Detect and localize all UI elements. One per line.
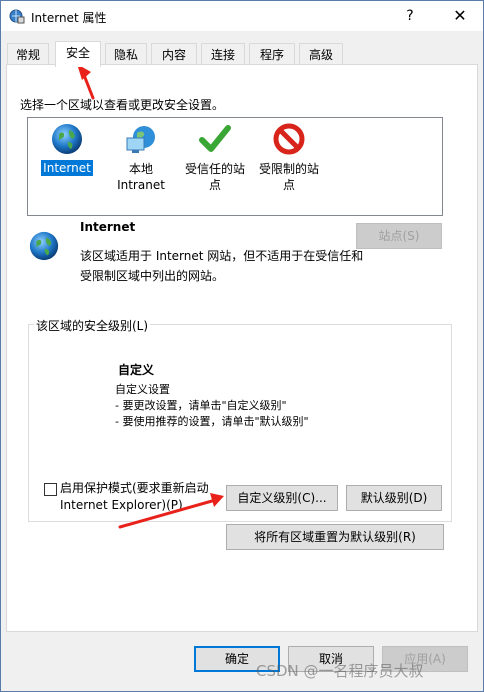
security-level-label: 该区域的安全级别(L) — [34, 317, 151, 334]
sites-button[interactable]: 站点(S) — [356, 223, 442, 249]
zone-name: Internet — [80, 220, 136, 234]
tab-general[interactable]: 常规 — [7, 43, 49, 66]
window-title: Internet 属性 — [31, 11, 107, 25]
title-bar: Internet 属性 ? ✕ — [1, 1, 483, 31]
zone-intranet-label: 本地 Intranet — [117, 162, 165, 192]
tab-connections[interactable]: 连接 — [201, 43, 245, 66]
check-icon — [199, 125, 231, 152]
internet-options-icon — [9, 9, 25, 24]
zone-trusted-label: 受信任的站 点 — [184, 162, 245, 192]
zone-prompt: 选择一个区域以查看或更改安全设置。 — [20, 98, 225, 112]
globe-icon — [29, 231, 59, 261]
tab-strip: 常规 安全 隐私 内容 连接 程序 高级 — [7, 41, 477, 67]
zone-restricted-label: 受限制的站 点 — [258, 162, 319, 192]
tab-security[interactable]: 安全 — [55, 41, 101, 67]
tab-privacy[interactable]: 隐私 — [105, 43, 147, 66]
protected-mode-checkbox[interactable] — [44, 483, 57, 496]
zone-list: Internet 本地 Intranet 受信任的站 点 受限制的站 点 — [27, 117, 443, 216]
level-desc-line: 自定义设置 — [115, 383, 170, 396]
zone-local-intranet[interactable]: 本地 Intranet — [102, 122, 180, 194]
protected-mode-label[interactable]: 启用保护模式(要求重新启动 Internet Explorer)(P) — [60, 480, 220, 514]
zone-restricted-sites[interactable]: 受限制的站 点 — [250, 122, 328, 194]
custom-level-button[interactable]: 自定义级别(C)... — [226, 485, 338, 511]
level-desc-line: - 要更改设置，请单击"自定义级别" — [115, 399, 287, 412]
tab-programs[interactable]: 程序 — [249, 43, 295, 66]
intranet-icon — [126, 126, 155, 153]
restricted-icon — [273, 123, 305, 155]
security-level-title: 自定义 — [118, 363, 155, 377]
watermark: CSDN @一名程序员大叔 — [256, 662, 424, 680]
tab-advanced[interactable]: 高级 — [299, 43, 343, 66]
zone-trusted-sites[interactable]: 受信任的站 点 — [176, 122, 254, 194]
help-button[interactable]: ? — [387, 1, 433, 31]
reset-all-zones-button[interactable]: 将所有区域重置为默认级别(R) — [226, 524, 444, 550]
security-level-description: 自定义设置 - 要更改设置，请单击"自定义级别" - 要使用推荐的设置，请单击"… — [115, 382, 309, 430]
level-desc-line: - 要使用推荐的设置，请单击"默认级别" — [115, 415, 309, 428]
tab-content[interactable]: 内容 — [151, 43, 197, 66]
zone-internet-label: Internet — [41, 160, 93, 176]
default-level-button[interactable]: 默认级别(D) — [346, 485, 442, 511]
zone-description: 该区域适用于 Internet 网站，但不适用于在受信任和受限制区域中列出的网站… — [80, 249, 364, 283]
close-button[interactable]: ✕ — [437, 1, 483, 31]
globe-icon — [52, 124, 82, 154]
zone-internet[interactable]: Internet — [28, 122, 106, 176]
